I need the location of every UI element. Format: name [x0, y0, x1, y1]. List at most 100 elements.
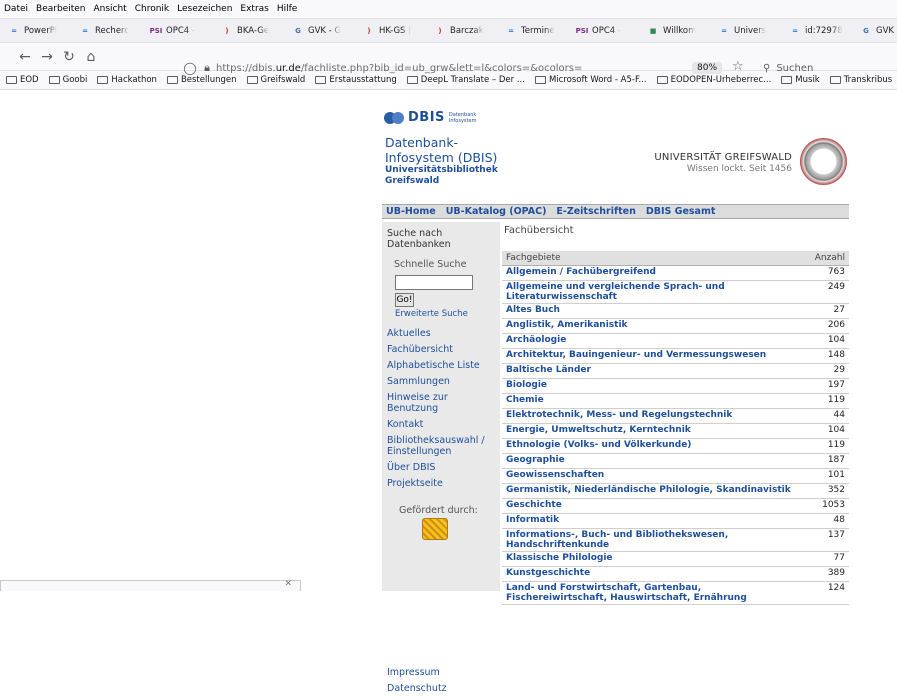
subject-link[interactable]: Elektrotechnik, Mess- und Regelungstechn…	[502, 408, 803, 424]
browser-tab[interactable]: = Univers	[714, 21, 782, 41]
library-name-line2: Greifswald	[385, 176, 440, 186]
bookmark-item[interactable]: Hackathon	[97, 75, 157, 85]
subject-table: Fachgebiete Anzahl Allgemein / Fachüberg…	[502, 251, 849, 605]
subject-link[interactable]: Architektur, Bauingenieur- und Vermessun…	[502, 348, 803, 364]
subject-link[interactable]: Geographie	[502, 453, 803, 469]
browser-tab[interactable]: ) HK-GS |	[359, 21, 427, 41]
sidebar-link[interactable]: Hinweise zur Benutzung	[387, 392, 497, 414]
sponsor-logo-icon	[422, 518, 448, 540]
footer-link[interactable]: Impressum	[387, 667, 447, 678]
sidebar-link[interactable]: Sammlungen	[387, 376, 497, 387]
browser-tab[interactable]: PSI OPC4 -	[572, 21, 640, 41]
subject-link[interactable]: Geowissenschaften	[502, 468, 803, 484]
dbis-logo[interactable]: DBIS Datenbank Infosystem	[384, 110, 476, 125]
browser-tab[interactable]: = id:72978	[785, 21, 853, 41]
search-box[interactable]: ⚲ Suchen	[757, 57, 897, 79]
browser-tab[interactable]: ■ Willkom	[643, 21, 711, 41]
sidebar-link[interactable]: Über DBIS	[387, 462, 497, 473]
subject-count: 206	[803, 318, 849, 334]
advanced-search-link[interactable]: Erweiterte Suche	[395, 309, 468, 319]
subject-count: 187	[803, 453, 849, 469]
menu-item[interactable]: Extras	[240, 4, 268, 14]
menu-bar: Datei Bearbeiten Ansicht Chronik Lesezeichen…	[0, 0, 897, 19]
browser-tab[interactable]: ) Barczak	[430, 21, 498, 41]
menu-item[interactable]: Bearbeiten	[36, 4, 85, 14]
subject-link[interactable]: Anglistik, Amerikanistik	[502, 318, 803, 334]
zoom-level[interactable]: 80%	[692, 62, 723, 74]
menu-item[interactable]: Lesezeichen	[177, 4, 232, 14]
search-placeholder: Suchen	[776, 62, 814, 74]
tab-label: HK-GS |	[379, 25, 411, 36]
sidebar: Suche nach Datenbanken Schnelle Suche Go…	[382, 222, 500, 694]
subject-link[interactable]: Klassische Philologie	[502, 551, 803, 567]
subject-link[interactable]: Allgemeine und vergleichende Sprach- und…	[502, 280, 803, 304]
close-icon[interactable]: ✕	[284, 579, 292, 589]
browser-tab[interactable]: = PowerPi	[4, 21, 72, 41]
table-row: Anglistik, Amerikanistik 206	[502, 318, 849, 334]
subject-link[interactable]: Altes Buch	[502, 303, 803, 319]
subject-link[interactable]: Kunstgeschichte	[502, 566, 803, 582]
tab-favicon-icon: )	[367, 26, 371, 35]
subject-link[interactable]: Biologie	[502, 378, 803, 394]
browser-tab[interactable]: = Termine	[501, 21, 569, 41]
topnav-link[interactable]: UB-Katalog (OPAC)	[446, 206, 547, 217]
table-row: Geowissenschaften 101	[502, 468, 849, 484]
menu-item[interactable]: Ansicht	[93, 4, 126, 14]
subject-count: 137	[803, 528, 849, 552]
lock-icon[interactable]: 🔒︎	[198, 61, 216, 75]
sidebar-footer: Impressum Datenschutz	[387, 667, 447, 699]
browser-tab[interactable]: ) BKA-Ge	[217, 21, 285, 41]
sidebar-link[interactable]: Alphabetische Liste	[387, 360, 497, 371]
subject-link[interactable]: Chemie	[502, 393, 803, 409]
popup-panel: ✕	[0, 579, 301, 591]
sidebar-link[interactable]: Projektseite	[387, 478, 497, 489]
browser-tab[interactable]: G GVK - G	[288, 21, 356, 41]
shield-icon[interactable]: ◯	[182, 61, 198, 75]
reload-icon[interactable]: ↻	[58, 49, 80, 65]
home-icon[interactable]: ⌂	[80, 49, 102, 65]
url-bar[interactable]: ◯ 🔒︎ https://dbis.ur.de/fachliste.php?bi…	[182, 57, 730, 79]
back-icon[interactable]: ←	[14, 49, 36, 65]
go-button[interactable]: Go!	[395, 293, 414, 307]
tab-favicon-icon: =	[721, 26, 727, 35]
menu-item[interactable]: Chronik	[135, 4, 169, 14]
subject-link[interactable]: Archäologie	[502, 333, 803, 349]
footer-link[interactable]: Datenschutz	[387, 683, 447, 694]
tab-favicon-icon: =	[11, 26, 17, 35]
tab-label: OPC4 -	[166, 25, 195, 36]
sidebar-link[interactable]: Aktuelles	[387, 328, 497, 339]
bookmark-item[interactable]: EOD	[6, 75, 39, 85]
menu-item[interactable]: Datei	[4, 4, 28, 14]
bookmark-star-icon[interactable]: ☆	[732, 59, 744, 74]
browser-tab[interactable]: PSI OPC4 -	[146, 21, 214, 41]
tab-favicon-icon: =	[82, 26, 88, 35]
sidebar-link[interactable]: Bibliotheksauswahl / Einstellungen	[387, 435, 497, 457]
tab-label: Univers	[734, 25, 767, 36]
browser-tab[interactable]: = Recherc	[75, 21, 143, 41]
subject-link[interactable]: Ethnologie (Volks- und Völkerkunde)	[502, 438, 803, 454]
subject-link[interactable]: Allgemein / Fachübergreifend	[502, 265, 803, 281]
url-text[interactable]: https://dbis.ur.de/fachliste.php?bib_id=…	[216, 63, 730, 74]
subject-count: 124	[803, 581, 849, 605]
subject-link[interactable]: Informatik	[502, 513, 803, 529]
menu-item[interactable]: Hilfe	[277, 4, 297, 14]
subject-link[interactable]: Energie, Umweltschutz, Kerntechnik	[502, 423, 803, 439]
subject-link[interactable]: Geschichte	[502, 498, 803, 514]
bookmark-item[interactable]: Goobi	[48, 75, 87, 85]
site-title-line2: Infosystem (DBIS)	[385, 150, 498, 165]
topnav-link[interactable]: DBIS Gesamt	[646, 206, 716, 217]
quick-search-input[interactable]	[395, 275, 473, 290]
folder-icon	[97, 76, 109, 84]
subject-link[interactable]: Land- und Forstwirtschaft, Gartenbau, Fi…	[502, 581, 803, 605]
subject-link[interactable]: Informations-, Buch- und Bibliothekswese…	[502, 528, 803, 552]
subject-link[interactable]: Baltische Länder	[502, 363, 803, 379]
topnav-link[interactable]: E-Zeitschriften	[556, 206, 635, 217]
browser-tab[interactable]: G GVK - G	[856, 21, 897, 41]
table-row: Altes Buch 27	[502, 303, 849, 319]
sidebar-link[interactable]: Fachübersicht	[387, 344, 497, 355]
topnav-link[interactable]: UB-Home	[386, 206, 436, 217]
forward-icon[interactable]: →	[36, 49, 58, 65]
subject-link[interactable]: Germanistik, Niederländische Philologie,…	[502, 483, 803, 499]
sidebar-link[interactable]: Kontakt	[387, 419, 497, 430]
tab-label: Willkom	[663, 25, 697, 36]
